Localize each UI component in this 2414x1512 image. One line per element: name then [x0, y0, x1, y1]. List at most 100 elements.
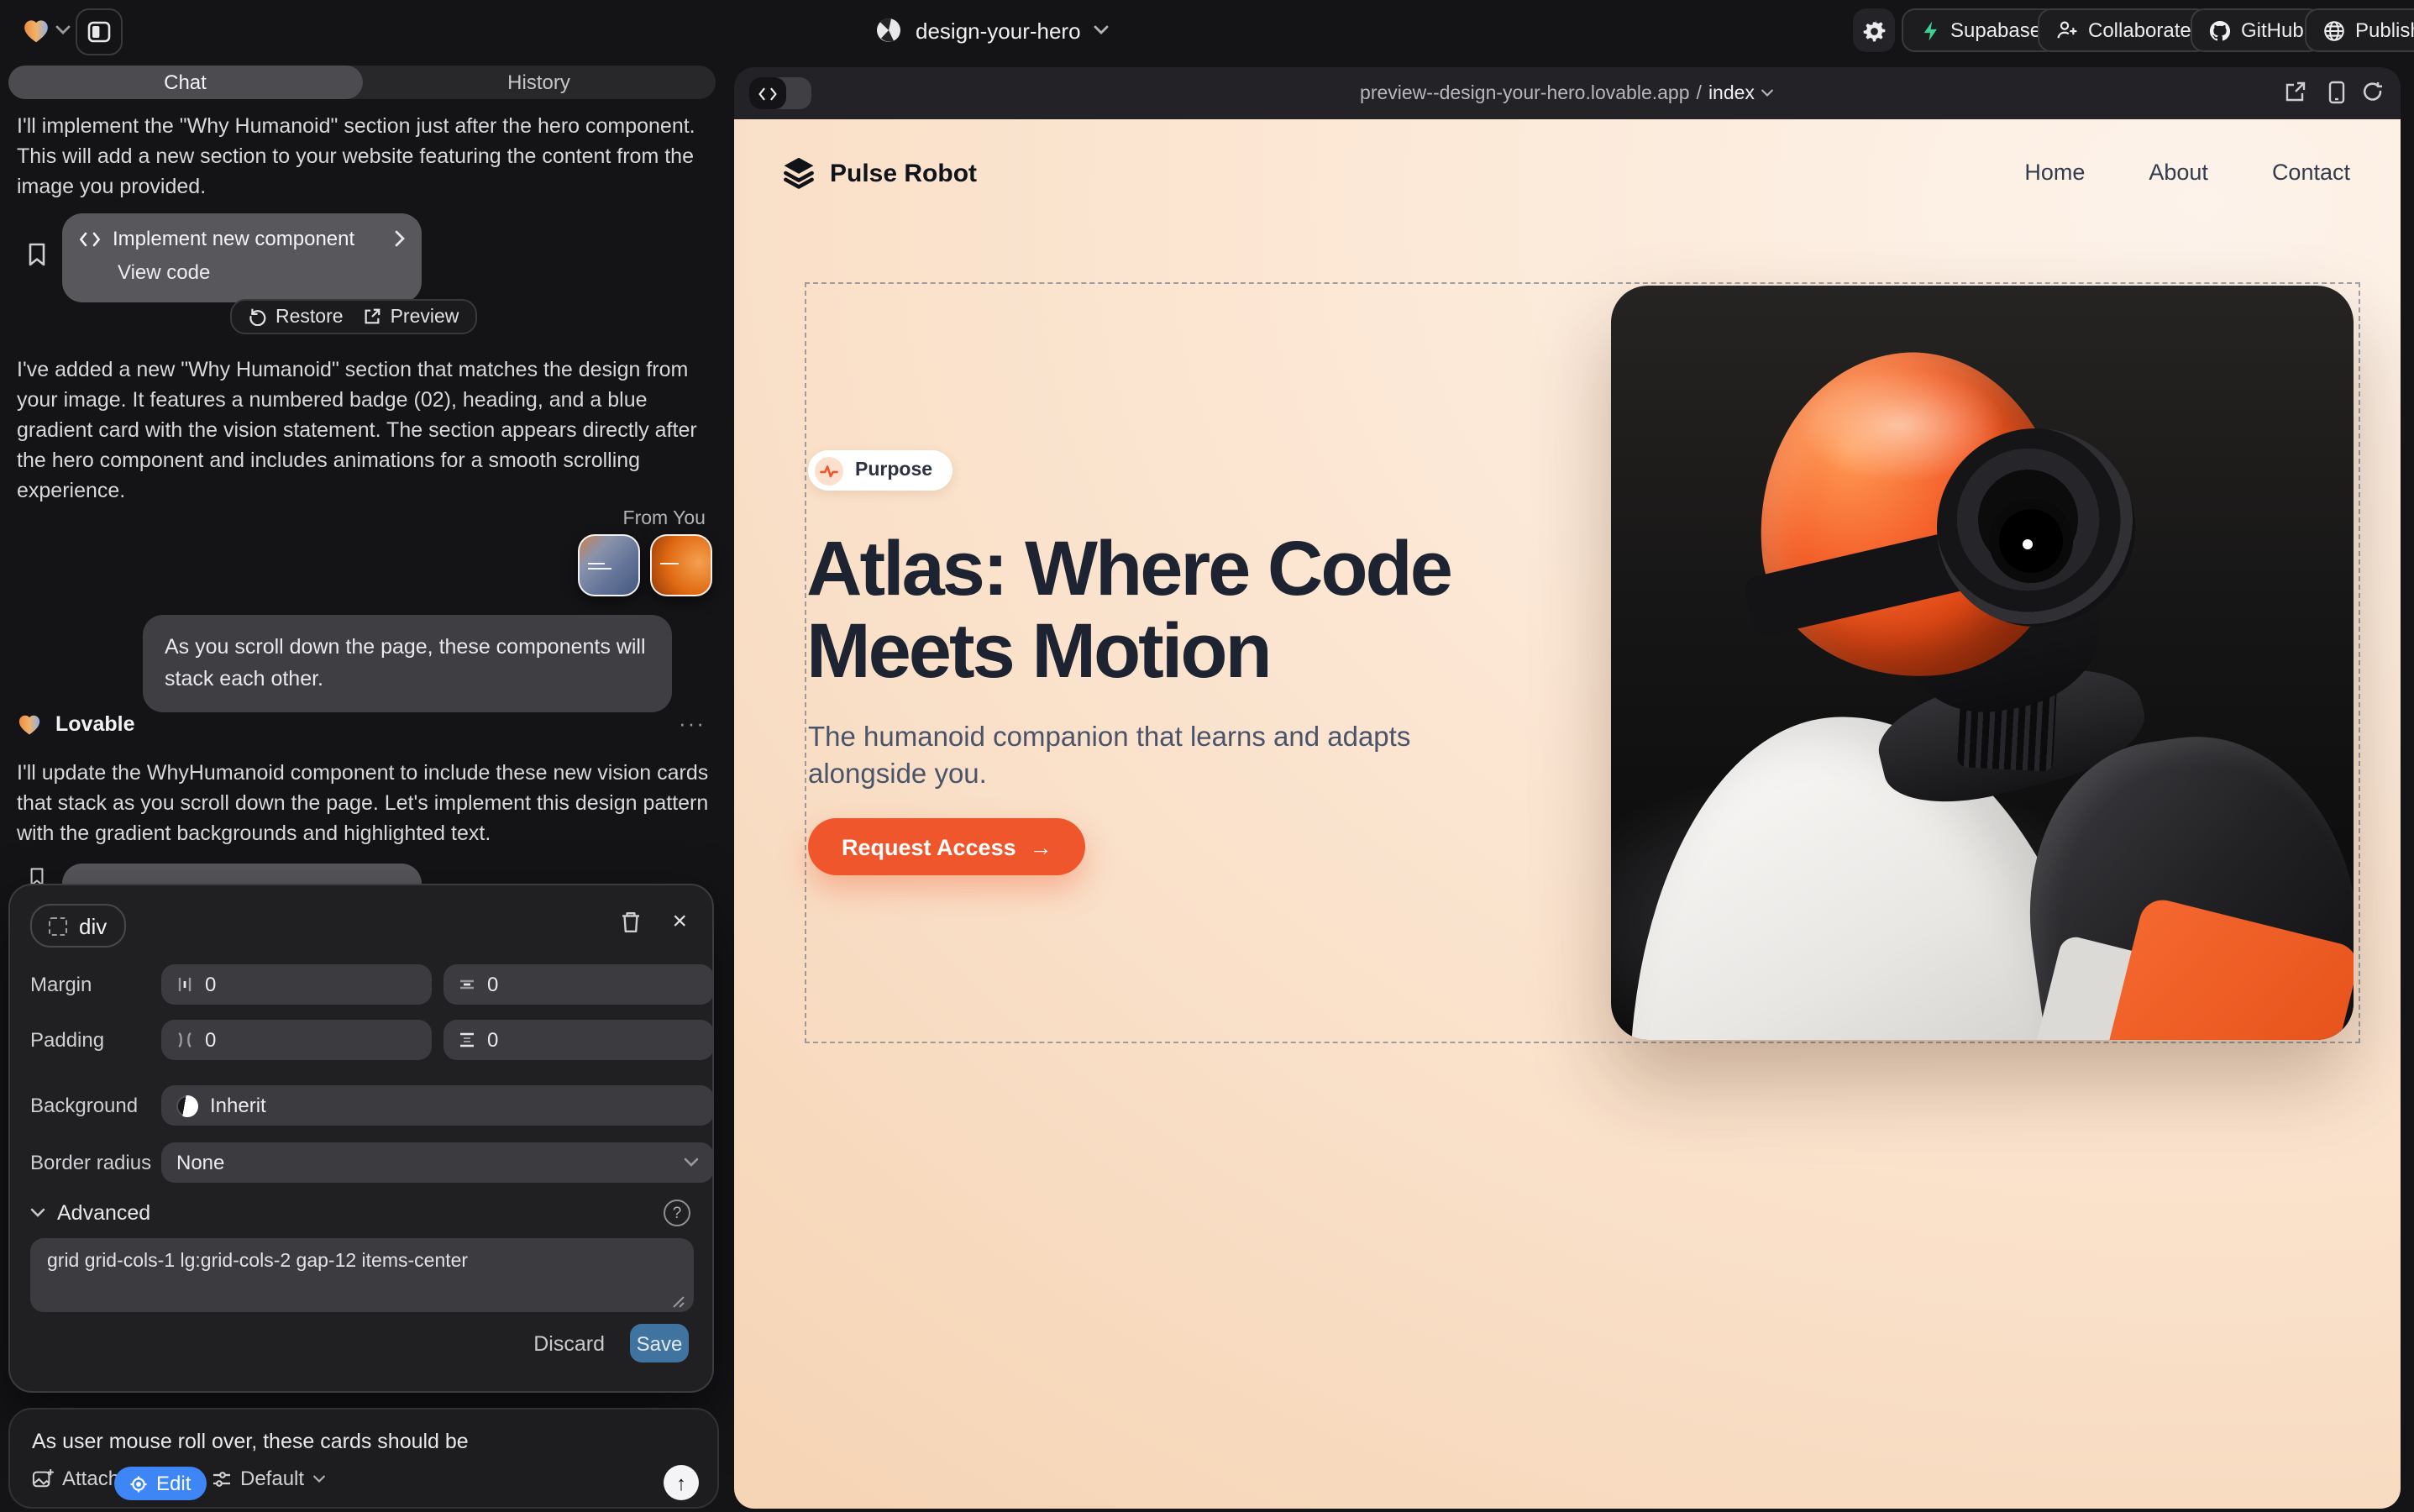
background-swatch — [176, 1095, 198, 1116]
tab-history[interactable]: History — [362, 66, 716, 99]
border-radius-label: Border radius — [30, 1151, 151, 1174]
chat-input[interactable]: As user mouse roll over, these cards sho… — [32, 1430, 469, 1453]
code-icon — [79, 231, 101, 246]
selected-element-pill[interactable]: div — [30, 904, 125, 948]
request-access-button[interactable]: Request Access → — [808, 818, 1086, 875]
purpose-badge: Purpose — [808, 450, 952, 491]
implement-component-card[interactable]: Implement new component View code — [62, 213, 422, 302]
project-globe-icon — [875, 17, 902, 44]
chevron-right-icon — [395, 230, 405, 247]
open-in-new-tab-button[interactable] — [2285, 81, 2306, 102]
user-message-bubble: As you scroll down the page, these compo… — [143, 615, 672, 712]
settings-gear-button[interactable] — [1853, 8, 1895, 52]
advanced-section-toggle[interactable]: Advanced — [30, 1201, 150, 1225]
chevron-down-icon — [1761, 89, 1775, 97]
preview-page: index — [1708, 83, 1755, 103]
arrow-right-icon: → — [1030, 834, 1052, 859]
restore-button[interactable]: Restore — [249, 307, 344, 327]
discard-button[interactable]: Discard — [533, 1332, 605, 1356]
layers-logo-icon — [781, 156, 816, 190]
component-card-title: Implement new component — [113, 227, 354, 250]
selected-element-tag: div — [79, 913, 107, 938]
assistant-message-2: I've added a new "Why Humanoid" section … — [17, 354, 709, 506]
assistant-message-1: I'll implement the "Why Humanoid" sectio… — [17, 111, 709, 202]
assistant-header: Lovable ··· — [17, 711, 706, 736]
resize-handle[interactable] — [672, 1295, 685, 1309]
attachment-thumbnail-orange[interactable] — [650, 534, 712, 596]
target-icon — [129, 1474, 148, 1493]
top-bar: design-your-hero Supabase Collaborate Gi… — [0, 0, 2414, 62]
website-preview: Pulse Robot Home About Contact Purpose A… — [734, 119, 2401, 1509]
element-inspector-panel: div × Margin 0 0 Padding 0 0 Background … — [8, 884, 714, 1393]
chat-history-tabs: Chat History — [8, 66, 716, 99]
publish-button[interactable]: Publish — [2305, 8, 2414, 52]
delete-element-button[interactable] — [620, 911, 642, 934]
publish-globe-icon — [2323, 19, 2345, 41]
chevron-down-icon — [30, 1208, 45, 1218]
pulse-icon — [815, 456, 843, 485]
padding-vertical-input[interactable]: 0 — [443, 1020, 714, 1060]
margin-label: Margin — [30, 973, 92, 996]
github-icon — [2209, 19, 2231, 41]
send-button[interactable]: ↑ — [664, 1465, 699, 1500]
classes-textarea[interactable]: grid grid-cols-1 lg:grid-cols-2 gap-12 i… — [30, 1238, 694, 1312]
padding-label: Padding — [30, 1028, 104, 1052]
view-code-link[interactable]: View code — [62, 254, 422, 297]
github-button[interactable]: GitHub — [2191, 8, 2322, 52]
collaborate-icon — [2056, 20, 2078, 40]
bookmark-icon[interactable] — [27, 242, 47, 267]
preview-toolbar: preview--design-your-hero.lovable.app / … — [734, 67, 2401, 119]
lovable-heart-icon — [17, 711, 42, 735]
model-selector[interactable]: Default — [212, 1467, 326, 1490]
restore-icon — [249, 307, 267, 326]
margin-y-icon — [459, 976, 475, 993]
border-radius-select[interactable]: None — [161, 1142, 714, 1183]
hero-heading: Atlas: Where Code Meets Motion — [806, 528, 1451, 692]
mobile-view-button[interactable] — [2328, 81, 2345, 104]
project-name: design-your-hero — [916, 18, 1081, 43]
background-input[interactable]: Inherit — [161, 1085, 714, 1126]
site-nav: Home About Contact — [2024, 160, 2350, 185]
tab-chat[interactable]: Chat — [8, 66, 362, 99]
attachment-thumbnail-blue[interactable] — [578, 534, 640, 596]
hero-subtitle: The humanoid companion that learns and a… — [808, 719, 1410, 793]
attach-button[interactable]: Attach — [32, 1467, 119, 1490]
refresh-button[interactable] — [2362, 81, 2384, 102]
logo-chevron-down-icon[interactable] — [55, 25, 71, 35]
edit-mode-button[interactable]: Edit — [114, 1467, 206, 1500]
nav-contact[interactable]: Contact — [2272, 160, 2350, 185]
preview-pane: preview--design-your-hero.lovable.app / … — [734, 67, 2401, 1509]
nav-home[interactable]: Home — [2024, 160, 2085, 185]
lovable-logo-heart-icon[interactable] — [22, 17, 50, 44]
message-menu-button[interactable]: ··· — [679, 711, 706, 736]
site-brand[interactable]: Pulse Robot — [781, 156, 977, 190]
external-link-icon — [364, 307, 382, 326]
preview-version-button[interactable]: Preview — [364, 307, 459, 327]
save-button[interactable]: Save — [630, 1324, 689, 1362]
from-you-label: From You — [623, 509, 706, 529]
sliders-icon — [212, 1469, 232, 1488]
assistant-message-3: I'll update the WhyHumanoid component to… — [17, 758, 709, 848]
nav-about[interactable]: About — [2149, 160, 2208, 185]
margin-vertical-input[interactable]: 0 — [443, 964, 714, 1005]
advanced-help-icon[interactable]: ? — [664, 1200, 690, 1226]
margin-horizontal-input[interactable]: 0 — [161, 964, 432, 1005]
preview-url: preview--design-your-hero.lovable.app — [1360, 83, 1690, 103]
purpose-badge-label: Purpose — [855, 460, 932, 480]
chevron-down-icon — [312, 1474, 326, 1483]
preview-url-bar[interactable]: preview--design-your-hero.lovable.app / … — [734, 67, 2401, 119]
project-switcher[interactable]: design-your-hero — [875, 17, 1110, 44]
padding-y-icon — [459, 1032, 475, 1048]
collaborate-button[interactable]: Collaborate — [2038, 8, 2210, 52]
chevron-down-icon — [684, 1158, 699, 1168]
supabase-icon — [1920, 19, 1940, 41]
sidebar-toggle-button[interactable] — [76, 8, 123, 55]
close-inspector-button[interactable]: × — [672, 907, 687, 936]
chat-composer: As user mouse roll over, these cards sho… — [8, 1408, 719, 1509]
attach-image-icon — [32, 1468, 54, 1488]
version-actions: Restore Preview — [230, 299, 477, 334]
background-label: Background — [30, 1094, 138, 1117]
supabase-button[interactable]: Supabase — [1902, 8, 2060, 52]
padding-horizontal-input[interactable]: 0 — [161, 1020, 432, 1060]
padding-x-icon — [176, 1032, 193, 1048]
